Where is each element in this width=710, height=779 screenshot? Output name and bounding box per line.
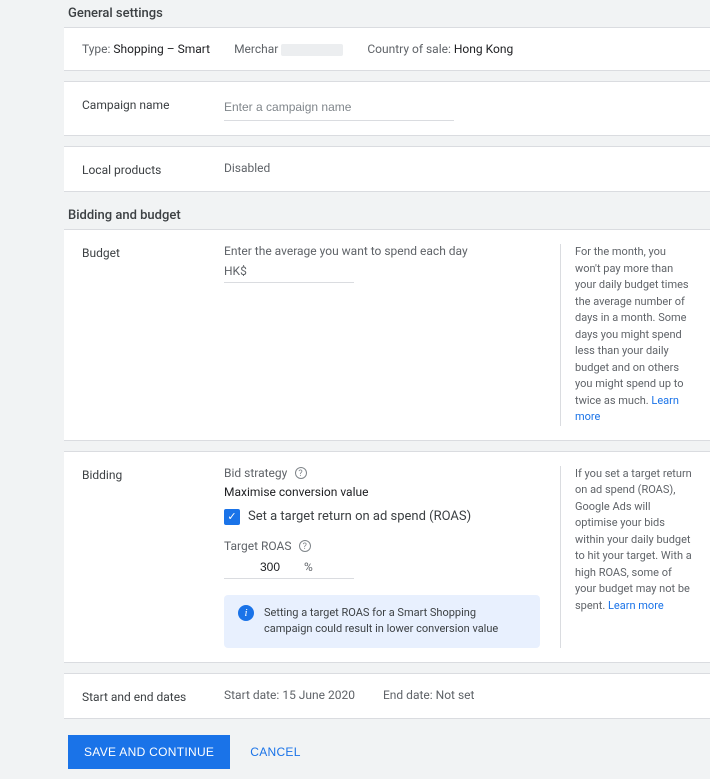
bidding-card: Bidding Bid strategy ? Maximise conversi…: [64, 451, 710, 663]
bid-strategy-value: Maximise conversion value: [224, 485, 540, 499]
dates-label: Start and end dates: [82, 688, 224, 704]
merchant-redacted: [281, 44, 343, 56]
target-roas-input[interactable]: [224, 560, 304, 574]
type-summary: Type: Shopping – Smart: [82, 42, 210, 56]
budget-help-panel: For the month, you won't pay more than y…: [560, 244, 692, 426]
country-label: Country of sale:: [367, 42, 451, 56]
end-date: End date: Not set: [383, 688, 474, 702]
info-icon: i: [238, 605, 254, 621]
country-summary: Country of sale: Hong Kong: [367, 42, 513, 56]
type-label: Type:: [82, 42, 110, 56]
country-value: Hong Kong: [454, 42, 513, 56]
local-products-value: Disabled: [224, 161, 270, 175]
budget-caption: Enter the average you want to spend each…: [224, 244, 540, 258]
start-date: Start date: 15 June 2020: [224, 688, 355, 702]
type-value: Shopping – Smart: [113, 42, 210, 56]
budget-label: Budget: [82, 244, 224, 260]
bidding-help-panel: If you set a target return on ad spend (…: [560, 466, 692, 648]
help-icon[interactable]: ?: [295, 467, 307, 479]
roas-checkbox-row[interactable]: ✓ Set a target return on ad spend (ROAS): [224, 509, 540, 525]
start-date-label: Start date:: [224, 688, 279, 702]
budget-input-wrap[interactable]: HK$: [224, 264, 354, 283]
bidding-budget-heading: Bidding and budget: [64, 202, 710, 229]
merchant-label: Merchar: [234, 42, 278, 56]
percent-suffix: %: [304, 560, 313, 574]
target-roas-label: Target ROAS: [224, 539, 291, 553]
bidding-help-text: If you set a target return on ad spend (…: [575, 467, 692, 612]
bidding-label: Bidding: [82, 466, 224, 482]
campaign-name-card: Campaign name: [64, 81, 710, 136]
budget-card: Budget Enter the average you want to spe…: [64, 229, 710, 441]
campaign-name-label: Campaign name: [82, 96, 224, 112]
budget-help-text: For the month, you won't pay more than y…: [575, 245, 689, 407]
roas-checkbox-label: Set a target return on ad spend (ROAS): [248, 509, 471, 524]
local-products-label: Local products: [82, 161, 224, 177]
merchant-summary: Merchar: [234, 42, 343, 56]
budget-input[interactable]: [255, 264, 335, 278]
start-date-value: 15 June 2020: [282, 688, 355, 702]
type-summary-card: Type: Shopping – Smart Merchar Country o…: [64, 27, 710, 71]
roas-info-banner: i Setting a target ROAS for a Smart Shop…: [224, 595, 540, 648]
help-icon[interactable]: ?: [299, 540, 311, 552]
budget-currency: HK$: [224, 264, 247, 278]
bidding-learn-more-link[interactable]: Learn more: [608, 599, 664, 612]
bid-strategy-label: Bid strategy: [224, 466, 287, 480]
cancel-button[interactable]: CANCEL: [250, 745, 300, 759]
roas-checkbox[interactable]: ✓: [224, 509, 240, 525]
general-settings-heading: General settings: [64, 0, 710, 27]
campaign-name-input[interactable]: [224, 96, 454, 121]
save-and-continue-button[interactable]: SAVE AND CONTINUE: [68, 735, 230, 769]
local-products-card[interactable]: Local products Disabled: [64, 146, 710, 192]
target-roas-input-wrap[interactable]: %: [224, 560, 354, 579]
action-bar: SAVE AND CONTINUE CANCEL: [64, 729, 710, 769]
end-date-value: Not set: [436, 688, 475, 702]
end-date-label: End date:: [383, 688, 433, 702]
dates-card[interactable]: Start and end dates Start date: 15 June …: [64, 673, 710, 719]
